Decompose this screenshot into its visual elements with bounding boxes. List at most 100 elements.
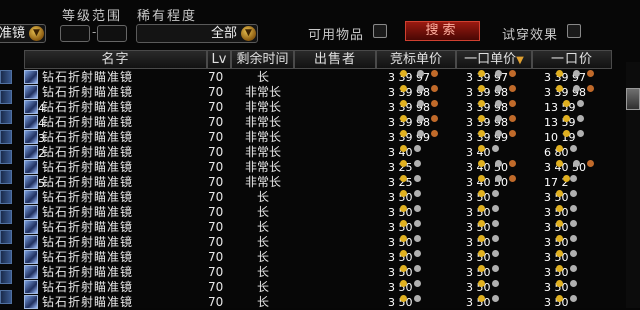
silver-coin-icon	[569, 235, 577, 242]
header-time-left[interactable]: 剩余时间	[231, 50, 294, 69]
side-tab-button[interactable]	[0, 250, 12, 264]
item-name[interactable]: 钻石折射瞄准镜	[42, 100, 133, 115]
item-name[interactable]: 钻石折射瞄准镜	[42, 190, 133, 205]
scope-item-icon[interactable]	[24, 265, 38, 279]
silver-coin-icon	[413, 280, 421, 287]
side-tab-button[interactable]	[0, 190, 12, 204]
side-tab-button[interactable]	[0, 150, 12, 164]
scope-item-icon[interactable]	[24, 295, 38, 309]
side-tab-button[interactable]	[0, 90, 12, 104]
gold-coin-icon	[555, 205, 563, 212]
side-tab-button[interactable]	[0, 110, 12, 124]
table-row[interactable]: 钻石折射瞄准镜 70 长 3 50 3 50 3 50	[24, 265, 624, 280]
header-seller[interactable]: 出售者	[294, 50, 376, 69]
silver-coin-icon	[495, 160, 502, 167]
table-row[interactable]: 钻石折射瞄准镜 70 长 3 50 3 50 3 50	[24, 235, 624, 250]
copper-coin-icon	[431, 115, 438, 122]
header-bid-unit[interactable]: 竞标单价	[376, 50, 456, 69]
table-row[interactable]: 钻石折射瞄准镜 70 长 3 39 97 3 39 97 3 39 97	[24, 70, 624, 85]
table-row[interactable]: 钻石折射瞄准镜 70 长 3 50 3 50 3 50	[24, 205, 624, 220]
scope-item-icon[interactable]	[24, 145, 38, 159]
scope-item-icon[interactable]	[24, 115, 38, 129]
item-name[interactable]: 钻石折射瞄准镜	[42, 70, 133, 85]
scope-item-icon[interactable]	[24, 190, 38, 204]
scope-item-icon[interactable]	[24, 100, 38, 114]
item-name[interactable]: 钻石折射瞄准镜	[42, 175, 133, 190]
table-row[interactable]: 4 钻石折射瞄准镜 70 非常长 3 39 98 3 39 98 13 59	[24, 100, 624, 115]
scope-item-icon[interactable]	[24, 235, 38, 249]
header-level[interactable]: Lv	[207, 50, 231, 69]
chevron-down-icon[interactable]: ▼	[241, 26, 256, 41]
scope-item-icon[interactable]	[24, 160, 38, 174]
silver-coin-icon	[413, 145, 421, 152]
search-button[interactable]: 搜索	[405, 21, 480, 41]
scrollbar-thumb[interactable]	[626, 88, 640, 110]
item-name[interactable]: 钻石折射瞄准镜	[42, 235, 133, 250]
buyout-price: 3 50	[544, 205, 577, 220]
try-on-checkbox[interactable]	[567, 24, 581, 38]
side-tab-button[interactable]	[0, 170, 12, 184]
silver-coin-icon	[569, 175, 577, 182]
usable-items-checkbox[interactable]	[373, 24, 387, 38]
side-tab-button[interactable]	[0, 270, 12, 284]
scope-item-icon[interactable]	[24, 220, 38, 234]
header-buyout-unit[interactable]: 一口单价▼	[456, 50, 532, 69]
gold-coin-icon	[477, 175, 485, 182]
scope-item-icon[interactable]	[24, 280, 38, 294]
table-row[interactable]: 5 钻石折射瞄准镜 70 非常长 3 25 3 40 50 17 2	[24, 175, 624, 190]
max-level-input[interactable]	[97, 25, 127, 42]
bid-price: 3 39 97	[388, 70, 438, 85]
scope-item-icon[interactable]	[24, 130, 38, 144]
bid-price: 3 50	[388, 280, 421, 295]
header-name[interactable]: 名字	[24, 50, 207, 69]
table-row[interactable]: 钻石折射瞄准镜 70 非常长 3 25 3 40 50 3 40 50	[24, 160, 624, 175]
level-separator: -	[92, 25, 97, 39]
item-level: 70	[208, 205, 224, 219]
item-name[interactable]: 钻石折射瞄准镜	[42, 205, 133, 220]
side-tab-button[interactable]	[0, 230, 12, 244]
item-name[interactable]: 钻石折射瞄准镜	[42, 130, 133, 145]
scope-item-icon[interactable]	[24, 250, 38, 264]
item-name[interactable]: 钻石折射瞄准镜	[42, 115, 133, 130]
item-name[interactable]: 钻石折射瞄准镜	[42, 160, 133, 175]
item-level: 70	[208, 85, 224, 99]
item-name[interactable]: 钻石折射瞄准镜	[42, 145, 133, 160]
gold-coin-icon	[477, 85, 485, 92]
table-row[interactable]: 钻石折射瞄准镜 70 长 3 50 3 50 3 50	[24, 220, 624, 235]
item-name[interactable]: 钻石折射瞄准镜	[42, 85, 133, 100]
scope-item-icon[interactable]	[24, 205, 38, 219]
silver-coin-icon	[413, 175, 421, 182]
category-dropdown[interactable]: 准镜 ▼	[0, 24, 46, 43]
chevron-down-icon[interactable]: ▼	[29, 26, 44, 41]
gold-coin-icon	[477, 265, 485, 272]
table-row[interactable]: 钻石折射瞄准镜 70 长 3 50 3 50 3 50	[24, 280, 624, 295]
gold-coin-icon	[555, 265, 563, 272]
rarity-dropdown[interactable]: 全部 ▼	[136, 24, 258, 43]
header-buyout[interactable]: 一口价	[532, 50, 612, 69]
bid-price: 3 50	[388, 205, 421, 220]
table-row[interactable]: 3 钻石折射瞄准镜 70 非常长 3 39 99 3 39 99 10 19	[24, 130, 624, 145]
item-name[interactable]: 钻石折射瞄准镜	[42, 280, 133, 295]
table-row[interactable]: 4 钻石折射瞄准镜 70 非常长 3 39 98 3 39 98 13 59	[24, 115, 624, 130]
side-tab-button[interactable]	[0, 70, 12, 84]
table-row[interactable]: 钻石折射瞄准镜 70 长 3 50 3 50 3 50	[24, 250, 624, 265]
silver-coin-icon	[495, 70, 502, 77]
scope-item-icon[interactable]	[24, 70, 38, 84]
side-tab-button[interactable]	[0, 130, 12, 144]
buyout-unit-price: 3 50	[466, 220, 499, 235]
scope-item-icon[interactable]	[24, 85, 38, 99]
silver-coin-icon	[413, 250, 421, 257]
side-tab-button[interactable]	[0, 290, 12, 304]
table-row[interactable]: 钻石折射瞄准镜 70 非常长 3 39 98 3 39 98 3 39 98	[24, 85, 624, 100]
silver-coin-icon	[569, 190, 577, 197]
item-name[interactable]: 钻石折射瞄准镜	[42, 220, 133, 235]
silver-coin-icon	[413, 205, 421, 212]
min-level-input[interactable]	[60, 25, 90, 42]
scope-item-icon[interactable]	[24, 175, 38, 189]
item-name[interactable]: 钻石折射瞄准镜	[42, 250, 133, 265]
table-row[interactable]: 2 钻石折射瞄准镜 70 非常长 3 40 3 40 6 80	[24, 145, 624, 160]
table-row[interactable]: 钻石折射瞄准镜 70 长 3 50 3 50 3 50	[24, 190, 624, 205]
silver-coin-icon	[417, 70, 424, 77]
side-tab-button[interactable]	[0, 210, 12, 224]
item-name[interactable]: 钻石折射瞄准镜	[42, 265, 133, 280]
